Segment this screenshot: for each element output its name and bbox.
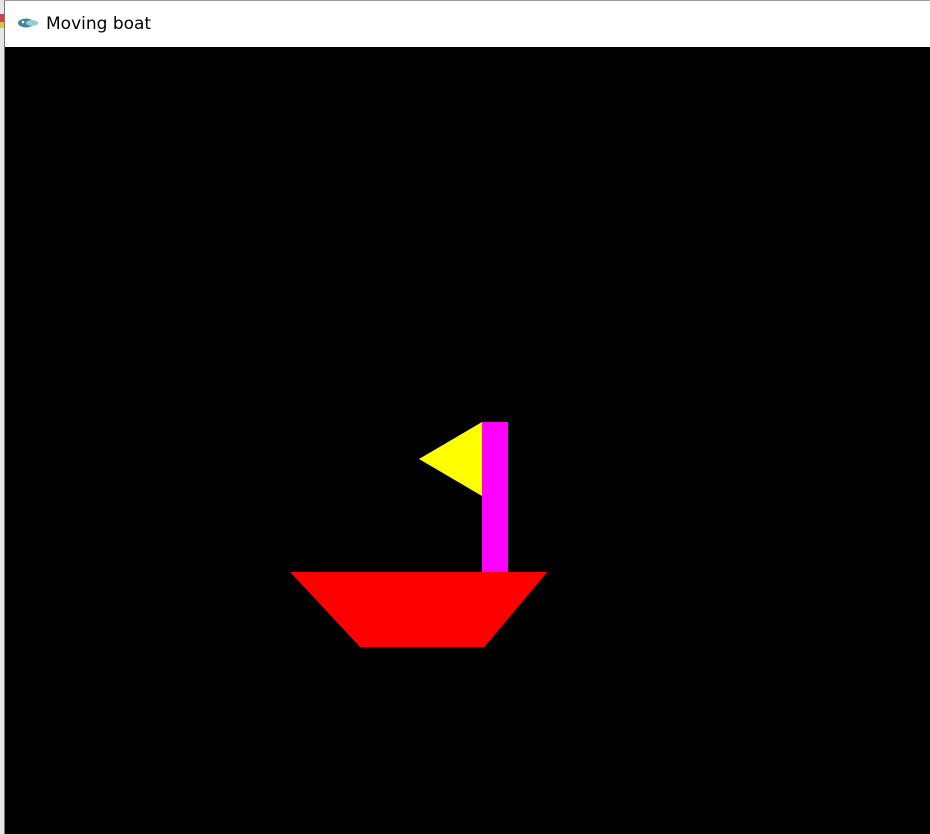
boat-flag [419, 422, 482, 496]
boat-mast [482, 422, 508, 572]
boat-scene [290, 422, 547, 647]
boat-hull [290, 572, 547, 647]
